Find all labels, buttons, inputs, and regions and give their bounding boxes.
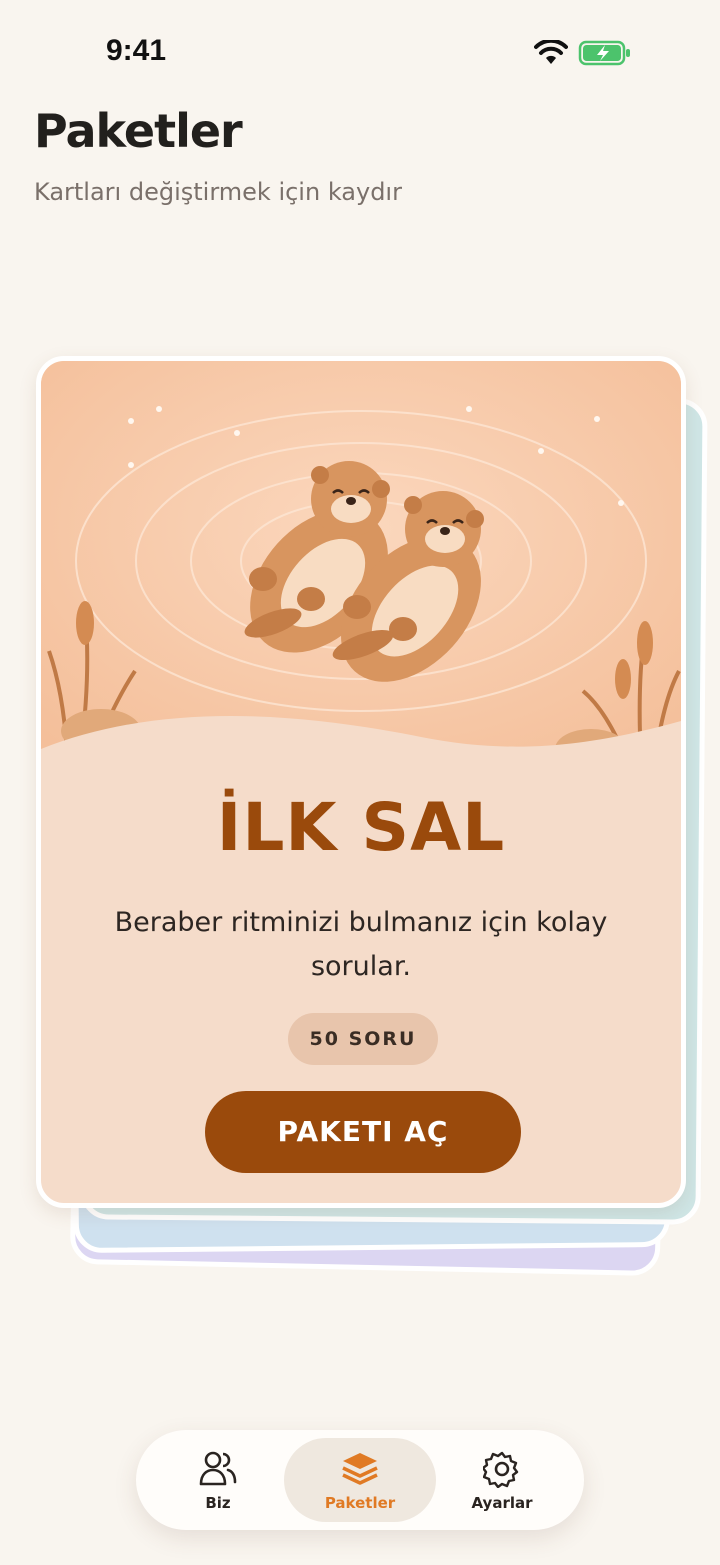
deck-description: Beraber ritminizi bulmanız için kolay so…: [114, 907, 608, 982]
people-icon: [199, 1451, 237, 1486]
deck-card[interactable]: İLK SAL Beraber ritminizi bulmanız için …: [36, 356, 686, 1208]
wifi-icon: [534, 40, 568, 64]
layers-icon: [342, 1453, 378, 1485]
tab-biz[interactable]: Biz: [148, 1438, 288, 1522]
tab-label: Paketler: [324, 1494, 396, 1512]
page-subtitle: Kartları değiştirmek için kaydır: [34, 178, 402, 206]
page-title: Paketler: [34, 104, 243, 158]
gear-icon: [483, 1451, 519, 1488]
battery-icon: [578, 40, 630, 66]
question-count-badge: 50 SORU: [288, 1013, 438, 1065]
open-deck-button[interactable]: PAKETI AÇ: [205, 1091, 521, 1173]
status-bar: 9:41: [0, 0, 720, 100]
status-time: 9:41: [106, 34, 167, 67]
tab-bar: Biz Paketler Ayarlar: [136, 1430, 584, 1530]
tab-label: Ayarlar: [471, 1494, 533, 1512]
two-otters-floating-icon: [41, 361, 681, 781]
tab-paketler[interactable]: Paketler: [284, 1438, 436, 1522]
tab-ayarlar[interactable]: Ayarlar: [432, 1438, 572, 1522]
tab-label: Biz: [205, 1494, 231, 1512]
deck-title: İLK SAL: [216, 789, 506, 866]
